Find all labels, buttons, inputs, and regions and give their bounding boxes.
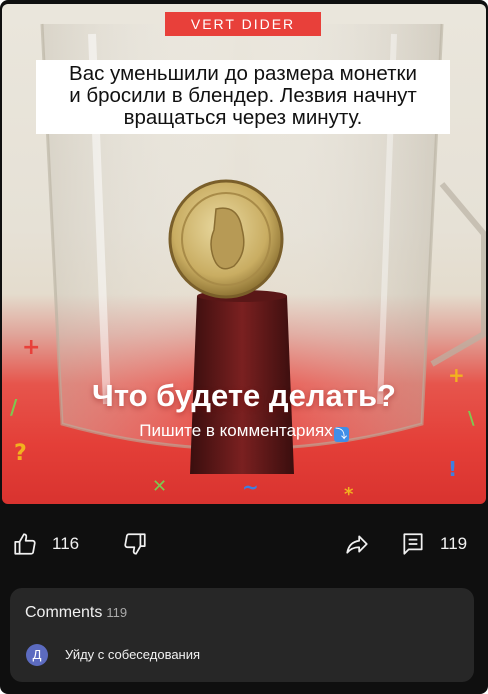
thumbs-up-icon (14, 533, 36, 555)
arrow-down-emoji: ⤵ (333, 427, 349, 442)
call-to-action: Пишите в комментариях ⤵ (2, 421, 486, 442)
svg-text:*: * (344, 484, 354, 504)
comment-count: 119 (440, 534, 468, 553)
caption-line: и бросили в блендер. Лезвия начнут (69, 84, 417, 107)
thumbs-down-icon (124, 533, 146, 555)
comments-button[interactable]: 119 (400, 528, 467, 560)
svg-text:?: ? (14, 441, 27, 466)
svg-text:+: + (22, 335, 40, 360)
like-count: 116 (52, 534, 80, 553)
video-post: + / ? ✕ ~ * + \ ! VERT DIDER Вас уменьши… (0, 0, 488, 694)
like-button[interactable]: 116 (12, 528, 79, 560)
action-bar: 116 119 (0, 518, 488, 570)
top-comment-text: Уйду с собеседования (65, 647, 201, 662)
caption-line: Вас уменьшили до размера монетки (69, 62, 417, 85)
call-to-action-text: Пишите в комментариях (139, 421, 333, 440)
channel-brand: VERT DIDER (165, 12, 321, 36)
comment-icon (403, 533, 423, 555)
share-button[interactable] (343, 528, 371, 560)
question-title: Что будете делать? (92, 378, 396, 413)
video-thumbnail[interactable]: + / ? ✕ ~ * + \ ! VERT DIDER Вас уменьши… (2, 4, 486, 504)
svg-text:!: ! (448, 457, 457, 481)
caption-line: вращаться через минуту. (123, 106, 363, 129)
share-icon (346, 535, 368, 554)
svg-text:~: ~ (242, 475, 259, 499)
comments-title: Comments (25, 604, 103, 621)
svg-text:✕: ✕ (152, 476, 167, 497)
comments-heading: Comments 119 (25, 604, 127, 622)
comments-panel[interactable]: Comments 119 Д Уйду с собеседования (10, 588, 474, 682)
comments-count: 119 (106, 605, 128, 620)
video-caption: Вас уменьшили до размера монетки и броси… (36, 60, 450, 134)
dislike-button[interactable] (122, 528, 148, 560)
avatar: Д (26, 644, 48, 666)
